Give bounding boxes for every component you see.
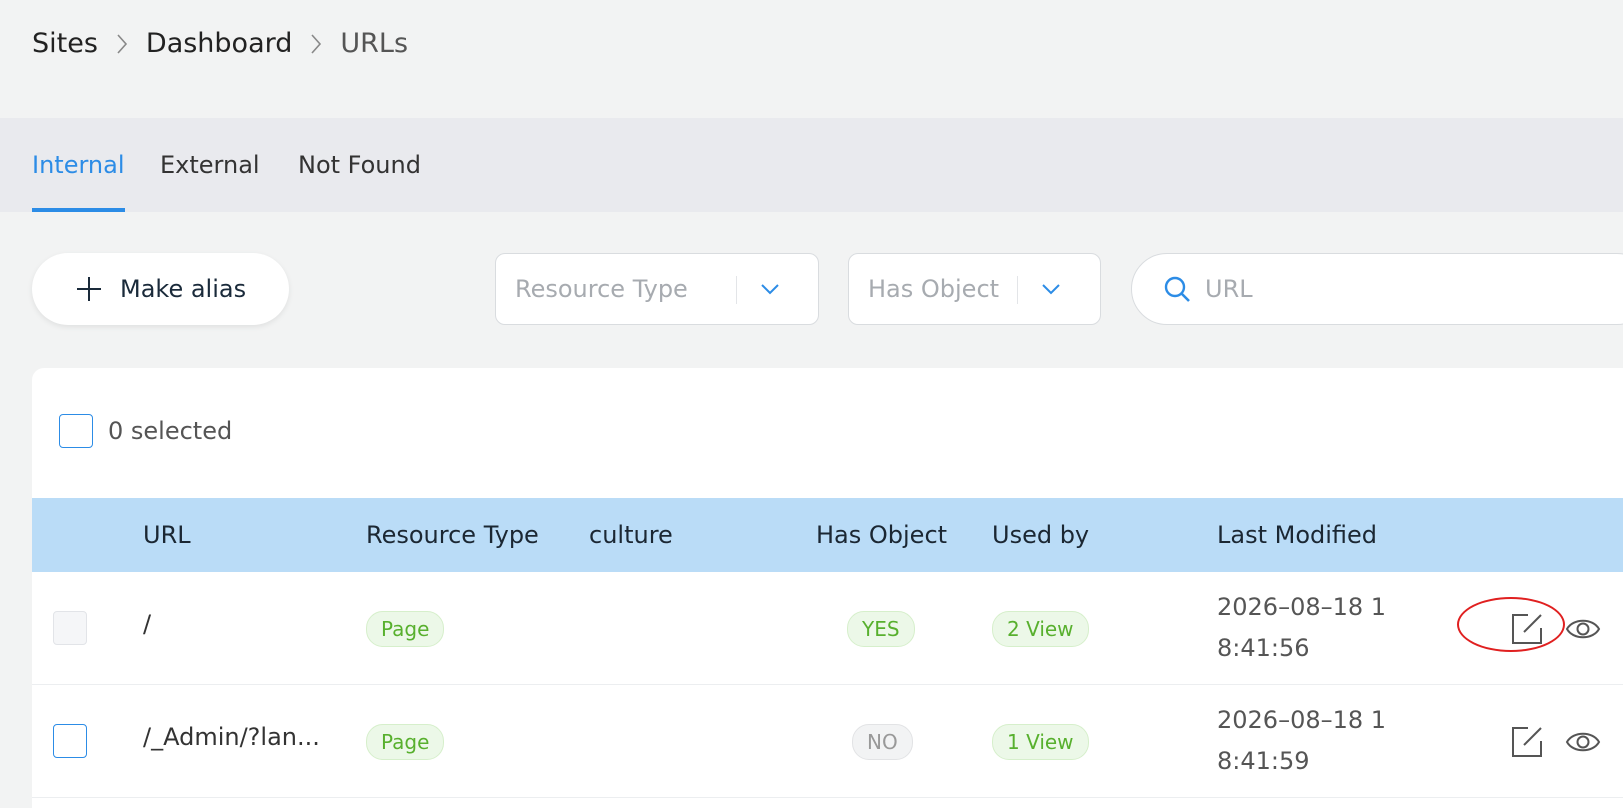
resource-type-select[interactable]: Resource Type	[495, 253, 819, 325]
table-header: URL Resource Type culture Has Object Use…	[32, 498, 1623, 572]
last-modified-line-1: 2026–08–18 1	[1217, 593, 1387, 621]
resource-type-placeholder: Resource Type	[515, 275, 688, 303]
table-row[interactable]: /_Admin/?lan... Page NO 1 View 2026–08–1…	[32, 685, 1623, 798]
tab-bar: Internal External Not Found	[0, 118, 1623, 212]
select-divider	[1017, 276, 1018, 304]
table-row[interactable]: / Page YES 2 View 2026–08–18 1 8:41:56	[32, 572, 1623, 685]
column-header-has-object[interactable]: Has Object	[816, 498, 947, 572]
url-search-input[interactable]: URL	[1131, 253, 1623, 325]
eye-icon[interactable]	[1565, 727, 1601, 757]
column-header-used-by[interactable]: Used by	[992, 498, 1089, 572]
used-by-badge[interactable]: 2 View	[992, 611, 1089, 647]
urls-table-card: 0 selected URL Resource Type culture Has…	[32, 368, 1623, 808]
has-object-badge: NO	[852, 724, 913, 760]
row-url: /	[143, 610, 152, 638]
chevron-down-icon	[759, 278, 781, 306]
tab-internal[interactable]: Internal	[32, 118, 125, 212]
column-header-last-modified[interactable]: Last Modified	[1217, 498, 1377, 572]
breadcrumb: Sites Dashboard URLs	[32, 28, 408, 59]
selected-count: 0 selected	[108, 417, 233, 445]
row-checkbox[interactable]	[53, 611, 87, 645]
chevron-right-icon	[310, 33, 322, 55]
column-header-resource-type[interactable]: Resource Type	[366, 498, 539, 572]
column-header-culture[interactable]: culture	[589, 498, 673, 572]
make-alias-label: Make alias	[120, 275, 247, 303]
has-object-placeholder: Has Object	[868, 275, 1000, 303]
search-placeholder: URL	[1205, 275, 1253, 303]
plus-icon	[76, 276, 102, 302]
select-divider	[736, 276, 737, 304]
breadcrumb-sites[interactable]: Sites	[32, 28, 98, 59]
last-modified-line-2: 8:41:59	[1217, 747, 1310, 775]
resource-type-badge: Page	[366, 724, 445, 760]
column-header-url[interactable]: URL	[143, 498, 191, 572]
chevron-right-icon	[116, 33, 128, 55]
tab-not-found[interactable]: Not Found	[298, 118, 421, 212]
row-url: /_Admin/?lan...	[143, 723, 320, 751]
breadcrumb-dashboard[interactable]: Dashboard	[146, 28, 292, 59]
chevron-down-icon	[1040, 278, 1062, 306]
row-checkbox[interactable]	[53, 724, 87, 758]
breadcrumb-current: URLs	[340, 28, 409, 59]
row-last-modified: 2026–08–18 1 8:41:56	[1217, 587, 1417, 669]
has-object-select[interactable]: Has Object	[848, 253, 1101, 325]
row-last-modified: 2026–08–18 1 8:41:59	[1217, 700, 1417, 782]
selection-bar: 0 selected	[59, 414, 232, 448]
search-icon	[1163, 275, 1191, 303]
edit-icon[interactable]	[1510, 725, 1544, 759]
last-modified-line-1: 2026–08–18 1	[1217, 706, 1387, 734]
tab-external[interactable]: External	[160, 118, 260, 212]
last-modified-line-2: 8:41:56	[1217, 634, 1310, 662]
has-object-badge: YES	[847, 611, 915, 647]
edit-icon[interactable]	[1510, 612, 1544, 646]
make-alias-button[interactable]: Make alias	[32, 253, 289, 325]
resource-type-badge: Page	[366, 611, 445, 647]
used-by-badge[interactable]: 1 View	[992, 724, 1089, 760]
select-all-checkbox[interactable]	[59, 414, 93, 448]
eye-icon[interactable]	[1565, 614, 1601, 644]
